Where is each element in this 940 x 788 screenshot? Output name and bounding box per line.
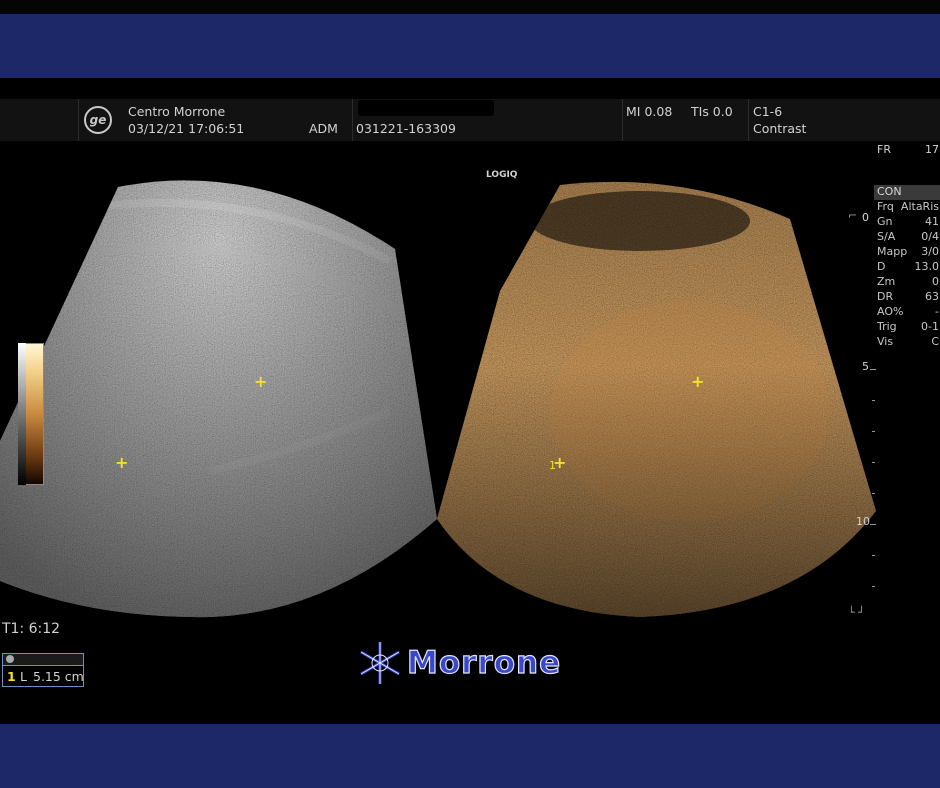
header-divider (352, 99, 353, 141)
depth-tick (872, 431, 875, 432)
param-row: Zm 0 (874, 275, 940, 290)
param-value: 63 (925, 290, 939, 303)
operator-id: ADM (309, 121, 338, 136)
depth-tick (870, 524, 876, 525)
exam-datetime: 03/12/21 17:06:51 (128, 121, 245, 136)
header-divider (622, 99, 623, 141)
param-row: Frq AltaRis (874, 200, 940, 215)
param-value: 3/0 (921, 245, 939, 258)
cursor-cross: + (115, 453, 129, 472)
contrast-image (437, 181, 876, 617)
depth-tick (872, 400, 875, 401)
param-value: AltaRis (900, 200, 939, 213)
parameter-panel: CON Frq AltaRis Gn 41 S/A 0/4 Mapp 3/0 D 13.0… (874, 185, 940, 350)
top-banner (0, 14, 940, 78)
mechanical-index: MI 0.08 (626, 104, 673, 119)
param-row: Vis C (874, 335, 940, 350)
depth-bracket-icon: ⌐ (848, 209, 858, 222)
depth-tick (872, 555, 875, 556)
param-value: - (935, 305, 939, 318)
param-row: Gn 41 (874, 215, 940, 230)
param-key: DR (877, 290, 894, 303)
param-row: DR 63 (874, 290, 940, 305)
timer-readout: T1: 6:12 (2, 621, 61, 637)
ge-logo-icon: ge (84, 106, 112, 134)
param-key: Mapp (877, 245, 908, 258)
gray-color-map (18, 343, 26, 485)
param-key: D (877, 260, 886, 273)
param-value: 0/4 (921, 230, 939, 243)
param-row: D 13.0 (874, 260, 940, 275)
measurement-box: 1 L 5.15 cm (2, 653, 84, 687)
measurement-box-header (3, 654, 83, 666)
header-divider (748, 99, 749, 141)
thermal-index: TIs 0.0 (691, 104, 733, 119)
param-row: Mapp 3/0 (874, 245, 940, 260)
depth-tick (872, 462, 875, 463)
bottom-banner (0, 724, 940, 788)
param-section-title: CON (874, 185, 940, 200)
probe-name: C1-6 (753, 104, 783, 119)
brand-name: Morrone (406, 644, 562, 681)
imaging-mode: Contrast (753, 121, 807, 136)
brand-logo: Morrone (357, 640, 589, 686)
exam-id: 031221-163309 (356, 121, 456, 136)
param-key: Trig (877, 320, 897, 333)
depth-tick (870, 369, 876, 370)
depth-label-mid: 5 (862, 360, 869, 373)
depth-bracket-bottom-icon: └ ┘ (848, 606, 865, 619)
cursor-index-label: 1 (549, 459, 556, 472)
cursor-cross: + (691, 372, 705, 391)
param-value: C (931, 335, 939, 348)
caliper-icon (6, 655, 14, 663)
depth-tick (872, 493, 875, 494)
param-key: S/A (877, 230, 896, 243)
depth-tick (872, 586, 875, 587)
param-row: S/A 0/4 (874, 230, 940, 245)
cursor-cross: + (254, 372, 268, 391)
measurement-label: L (20, 669, 27, 684)
top-strip (0, 0, 940, 14)
param-key: Gn (877, 215, 893, 228)
param-key: Frq (877, 200, 894, 213)
param-value: 0-1 (921, 320, 939, 333)
redacted-patient-name (358, 100, 494, 116)
measurement-index: 1 (7, 669, 16, 684)
param-key: AO% (877, 305, 904, 318)
ultrasound-images (0, 180, 876, 618)
param-value: 0 (932, 275, 939, 288)
param-key: Vis (877, 335, 894, 348)
measurement-value: 5.15 cm (33, 669, 84, 684)
param-row: Trig 0-1 (874, 320, 940, 335)
b-mode-image (0, 180, 437, 618)
param-value: 41 (925, 215, 939, 228)
param-row: AO% - (874, 305, 940, 320)
param-key: Zm (877, 275, 896, 288)
site-name: Centro Morrone (128, 104, 226, 119)
header-divider (78, 99, 79, 141)
snowflake-icon (360, 642, 400, 684)
depth-label-bottom: 10 (856, 515, 870, 528)
param-value: 13.0 (914, 260, 940, 273)
depth-label-top: 0 (862, 211, 869, 224)
